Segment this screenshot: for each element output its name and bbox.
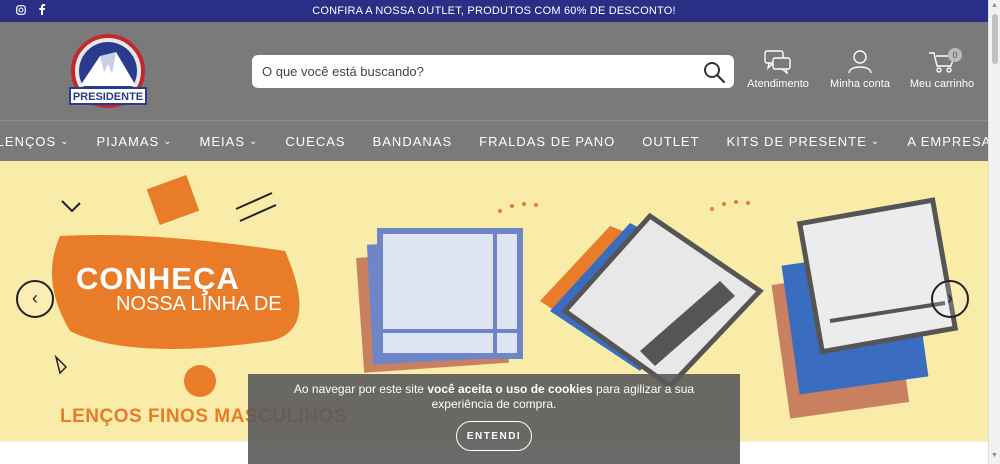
carousel-next-button[interactable]: ›	[931, 280, 969, 318]
minha-conta-label: Minha conta	[830, 78, 890, 90]
atendimento-button[interactable]: Atendimento	[742, 50, 814, 90]
search-icon[interactable]	[702, 60, 726, 84]
cookie-consent: Ao navegar por este site você aceita o u…	[248, 374, 740, 464]
carousel-prev-button[interactable]: ‹	[16, 280, 54, 318]
svg-text:PRESIDENTE: PRESIDENTE	[73, 91, 143, 103]
search-input[interactable]	[262, 55, 692, 88]
nav-item-meias[interactable]: MEIAS ⌄	[200, 134, 259, 149]
page-scrollbar[interactable]: ▲ ▼	[988, 0, 1000, 464]
carrinho-button[interactable]: 0 Meu carrinho	[906, 48, 978, 90]
chat-icon	[764, 50, 791, 74]
scroll-down-icon[interactable]: ▼	[991, 452, 998, 459]
carrinho-label: Meu carrinho	[909, 78, 975, 90]
chevron-right-icon: ›	[947, 288, 953, 308]
atendimento-label: Atendimento	[747, 78, 809, 90]
nav-item-cuecas[interactable]: CUECAS	[285, 134, 345, 149]
nav-item-pijamas[interactable]: PIJAMAS ⌄	[97, 134, 173, 149]
nav-item-bandanas[interactable]: BANDANAS	[373, 134, 453, 149]
top-promo-bar: CONFIRA A NOSSA OUTLET, PRODUTOS COM 60%…	[0, 0, 988, 22]
promo-text[interactable]: CONFIRA A NOSSA OUTLET, PRODUTOS COM 60%…	[0, 5, 988, 17]
scrollbar-thumb[interactable]	[992, 14, 998, 64]
nav-item-empresa[interactable]: A EMPRESA	[907, 134, 991, 149]
nav-item-kits[interactable]: KITS DE PRESENTE ⌄	[727, 134, 881, 149]
cart-count-badge: 0	[948, 48, 962, 62]
chevron-down-icon: ⌄	[163, 135, 173, 147]
main-nav: LENÇOS ⌄ PIJAMAS ⌄ MEIAS ⌄ CUECAS BANDANAS …	[0, 120, 991, 161]
banner-subheadline: NOSSA LINHA DE	[116, 293, 282, 315]
nav-item-lencos[interactable]: LENÇOS ⌄	[0, 134, 70, 149]
chevron-left-icon: ‹	[32, 288, 38, 308]
chevron-down-icon: ⌄	[870, 135, 881, 147]
chevron-down-icon: ⌄	[60, 135, 70, 147]
nav-item-outlet[interactable]: OUTLET	[642, 134, 699, 149]
banner-headline: CONHEÇA	[76, 261, 240, 296]
nav-item-fraldas[interactable]: FRALDAS DE PANO	[479, 134, 615, 149]
scroll-up-icon[interactable]: ▲	[991, 2, 998, 9]
presidente-logo[interactable]: PRESIDENTE	[68, 34, 148, 112]
search-box	[252, 55, 734, 88]
user-icon	[848, 50, 872, 74]
minha-conta-button[interactable]: Minha conta	[824, 50, 896, 90]
chevron-down-icon: ⌄	[249, 135, 259, 147]
site-header: PRESIDENTE Atendimento Minha conta 0 Meu…	[0, 22, 988, 120]
cookie-accept-button[interactable]: ENTENDI	[456, 421, 532, 451]
